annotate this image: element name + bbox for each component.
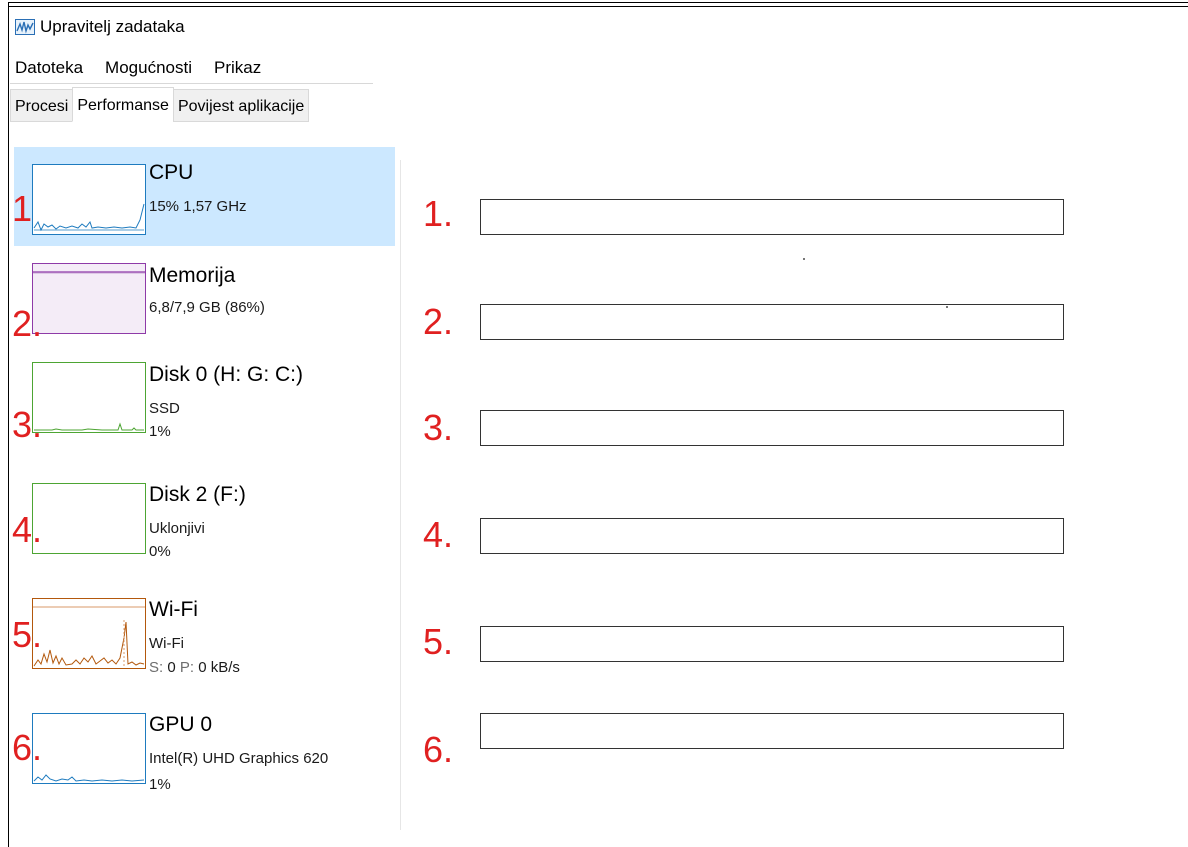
tab-performance[interactable]: Performanse — [72, 87, 174, 122]
annotation-number: 6. — [12, 727, 43, 768]
answer-number-2: 2. — [423, 301, 454, 342]
perf-item-disk2[interactable]: 4. Disk 2 (F:) Uklonjivi 0% — [12, 466, 395, 565]
menu-divider — [10, 83, 373, 84]
perf-item-wifi[interactable]: 5. Wi-Fi Wi-Fi S: 0 P: 0 kB/s — [12, 581, 395, 680]
item-detail: 6,8/7,9 GB (86%) — [149, 299, 265, 316]
tab-processes[interactable]: Procesi — [10, 89, 74, 122]
answer-number-1: 1. — [423, 193, 454, 234]
stray-dot — [946, 306, 948, 308]
annotation-number: 5. — [12, 614, 43, 655]
menu-view[interactable]: Prikaz — [214, 58, 261, 78]
receive-value: 0 kB/s — [198, 659, 240, 676]
receive-label: P: — [179, 659, 195, 676]
item-name: Disk 0 (H: G: C:) — [149, 363, 304, 386]
annotation-number: 2. — [12, 303, 43, 344]
answer-number-6: 6. — [423, 729, 454, 770]
stray-dot — [803, 258, 805, 260]
task-manager-icon — [15, 19, 35, 35]
disk2-graph — [32, 483, 146, 554]
menu-file[interactable]: Datoteka — [15, 58, 83, 78]
answer-field-6[interactable] — [480, 713, 1064, 749]
item-usage: 0% — [149, 543, 171, 560]
memory-graph — [32, 263, 146, 334]
perf-item-cpu[interactable]: 1 CPU 15% 1,57 GHz — [12, 147, 395, 246]
perf-item-memory[interactable]: 2. Memorija 6,8/7,9 GB (86%) — [12, 246, 395, 345]
send-label: S: — [149, 659, 164, 676]
item-name: GPU 0 — [149, 713, 213, 736]
answer-field-3[interactable] — [480, 410, 1064, 446]
item-name: Disk 2 (F:) — [149, 483, 246, 506]
item-detail: Intel(R) UHD Graphics 620 — [149, 750, 329, 767]
item-detail: Uklonjivi — [149, 520, 205, 537]
disk0-graph — [32, 362, 146, 433]
answer-field-4[interactable] — [480, 518, 1064, 554]
tab-app-history[interactable]: Povijest aplikacije — [172, 89, 310, 122]
window-left-border — [8, 2, 9, 847]
item-throughput: S: 0 P: 0 kB/s — [149, 659, 240, 676]
answer-field-5[interactable] — [480, 626, 1064, 662]
item-name: Memorija — [149, 264, 236, 287]
item-usage: 1% — [149, 776, 171, 793]
window-top-border — [8, 2, 1188, 7]
sidebar-divider — [400, 160, 401, 830]
item-name: CPU — [149, 161, 194, 184]
answer-number-4: 4. — [423, 514, 454, 555]
gpu-graph — [32, 713, 146, 784]
menu-bar: Datoteka Mogućnosti Prikaz — [15, 58, 283, 78]
item-name: Wi-Fi — [149, 598, 198, 621]
answer-field-2[interactable] — [480, 304, 1064, 340]
perf-item-disk0[interactable]: 3. Disk 0 (H: G: C:) SSD 1% — [12, 345, 395, 445]
cpu-graph — [32, 164, 146, 235]
answer-field-1[interactable] — [480, 199, 1064, 235]
annotation-number: 4. — [12, 509, 43, 550]
send-value: 0 — [167, 659, 176, 676]
menu-options[interactable]: Mogućnosti — [105, 58, 192, 78]
title-bar: Upravitelj zadataka — [15, 16, 185, 38]
perf-item-gpu[interactable]: 6. GPU 0 Intel(R) UHD Graphics 620 1% — [12, 696, 395, 795]
item-detail: 15% 1,57 GHz — [149, 198, 247, 215]
answer-number-5: 5. — [423, 621, 454, 662]
item-detail: Wi-Fi — [149, 635, 184, 652]
item-usage: 1% — [149, 423, 171, 440]
annotation-number: 1 — [12, 188, 33, 229]
window-title: Upravitelj zadataka — [40, 17, 185, 36]
tab-bar: Procesi Performanse Povijest aplikacije — [10, 87, 310, 122]
annotation-number: 3. — [12, 404, 43, 445]
item-detail: SSD — [149, 400, 180, 417]
wifi-graph — [32, 598, 146, 669]
answer-number-3: 3. — [423, 407, 454, 448]
